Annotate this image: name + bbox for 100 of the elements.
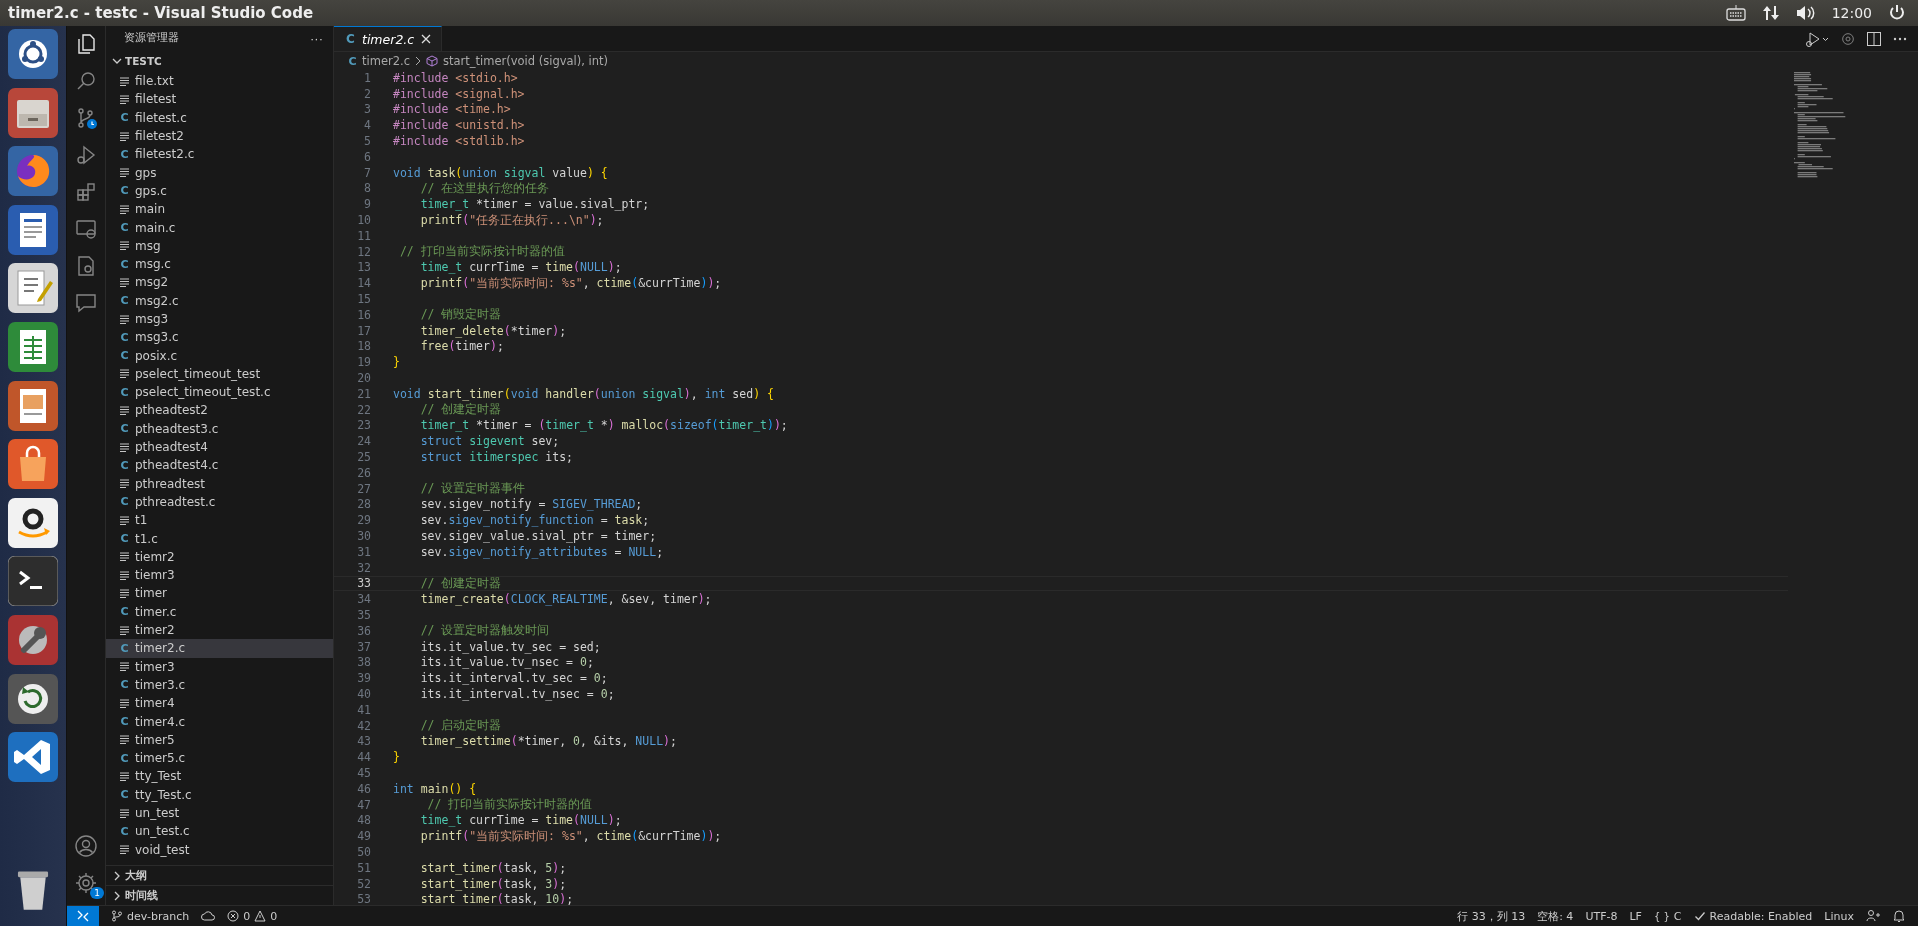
file-item[interactable]: msg <box>106 236 333 255</box>
refresh-icon[interactable] <box>8 673 58 724</box>
terminal-icon[interactable] <box>8 556 58 607</box>
file-item[interactable]: C t1.c <box>106 529 333 548</box>
file-item[interactable]: C timer3.c <box>106 675 333 695</box>
linter-status[interactable]: Readable: Enabled <box>1693 909 1813 923</box>
close-icon[interactable] <box>421 34 432 44</box>
blocks-icon[interactable] <box>74 180 98 204</box>
file-item[interactable]: C timer4.c <box>106 712 333 731</box>
file-item[interactable]: C msg.c <box>106 254 333 274</box>
file-item[interactable]: msg3 <box>106 309 333 329</box>
file-item[interactable]: C timer.c <box>106 602 333 621</box>
window-title: timer2.c - testc - Visual Studio Code <box>8 4 314 22</box>
encoding-status[interactable]: UTF-8 <box>1585 909 1618 923</box>
breadcrumb-item[interactable]: start_timer(void (sigval), int) <box>426 54 609 68</box>
code-line: sev.sigev_notify_attributes = NULL; <box>419 544 664 559</box>
document-icon[interactable] <box>8 204 58 255</box>
file-item[interactable]: C msg2.c <box>106 291 333 310</box>
chat-icon[interactable] <box>74 291 98 315</box>
drawer-icon[interactable] <box>8 87 58 138</box>
split-editor-icon[interactable] <box>1866 30 1882 47</box>
keyboard-icon[interactable] <box>1725 5 1746 21</box>
file-item[interactable]: C filetest2.c <box>106 145 333 164</box>
file-item[interactable]: file.txt <box>106 72 333 91</box>
line-number: 35 <box>356 608 371 622</box>
file-item[interactable]: timer2 <box>106 620 333 640</box>
line-number: 14 <box>356 276 371 291</box>
file-item[interactable]: tiemr2 <box>106 547 333 566</box>
bell-icon[interactable] <box>1892 909 1906 923</box>
file-item[interactable]: ptheadtest4 <box>106 437 333 457</box>
file-item[interactable]: timer4 <box>106 694 333 713</box>
file-item[interactable]: C timer5.c <box>106 749 333 768</box>
file-item[interactable]: tiemr3 <box>106 566 333 585</box>
power-icon[interactable] <box>1888 4 1906 22</box>
file-item[interactable]: C timer2.c <box>106 639 333 658</box>
globe-icon[interactable] <box>8 146 58 197</box>
file-item[interactable]: C filetest.c <box>106 108 333 127</box>
file-item[interactable]: timer5 <box>106 730 333 749</box>
file-item[interactable]: C tty_Test.c <box>106 785 333 804</box>
file-item[interactable]: C posix.c <box>106 346 333 365</box>
file-item[interactable]: filetest2 <box>106 126 333 146</box>
file-item[interactable]: pthreadtest <box>106 474 333 493</box>
spreadsheet-icon[interactable] <box>8 321 58 372</box>
problems-status[interactable]: 0 0 <box>227 909 278 923</box>
remote-icon[interactable] <box>67 906 99 926</box>
file-item[interactable]: C ptheadtest4.c <box>106 456 333 475</box>
code-line: // 启动定时器 <box>419 718 502 734</box>
file-item[interactable]: t1 <box>106 511 333 530</box>
branch-status[interactable]: dev-branch <box>111 909 190 923</box>
indentation-status[interactable]: 空格: 4 <box>1537 908 1574 924</box>
play-bug-icon[interactable] <box>1804 30 1830 47</box>
line-ending-status[interactable]: LF <box>1629 909 1642 923</box>
text-lines-icon <box>120 515 129 525</box>
file-item[interactable]: C pthreadtest.c <box>106 492 333 512</box>
section-header[interactable]: 大纲 <box>106 865 333 885</box>
shopping-bag-icon[interactable] <box>8 439 58 490</box>
file-item[interactable]: void_test <box>106 840 333 859</box>
breadcrumb-item[interactable]: C timer2.c <box>348 54 410 68</box>
c-file-icon: C <box>346 32 355 46</box>
file-item[interactable]: C un_test.c <box>106 822 333 841</box>
feedback-icon[interactable] <box>1866 909 1880 923</box>
file-item[interactable]: timer3 <box>106 657 333 676</box>
account-icon[interactable] <box>74 834 98 858</box>
volume-icon[interactable] <box>1795 5 1816 21</box>
line-number: 49 <box>356 829 371 844</box>
cursor-position[interactable]: 行 33，列 13 <box>1457 908 1526 924</box>
file-item[interactable]: C gps.c <box>106 181 333 201</box>
file-item[interactable]: timer <box>106 584 333 603</box>
editor-tab[interactable]: C timer2.c <box>334 26 443 51</box>
settings-icon[interactable] <box>1840 30 1856 47</box>
text-lines-icon <box>120 570 129 580</box>
ribbon-logo-icon[interactable] <box>8 732 58 783</box>
notepad-icon[interactable] <box>8 263 58 314</box>
os-status[interactable]: Linux <box>1824 909 1854 923</box>
language-mode[interactable]: { } C <box>1653 909 1682 923</box>
file-item[interactable]: C pselect_timeout_test.c <box>106 383 333 402</box>
code-line: printf("任务正在执行...\n"); <box>419 212 604 228</box>
more-button[interactable]: ··· <box>308 30 325 46</box>
presentation-icon[interactable] <box>8 380 58 431</box>
file-item[interactable]: filetest <box>106 90 333 109</box>
file-item[interactable]: gps <box>106 163 333 182</box>
settings-icon[interactable] <box>74 871 98 895</box>
logo-icon[interactable] <box>8 29 58 79</box>
file-item[interactable]: C ptheadtest3.c <box>106 419 333 438</box>
file-item[interactable]: un_test <box>106 803 333 823</box>
monitor-icon[interactable] <box>74 217 98 241</box>
file-item[interactable]: pselect_timeout_test <box>106 364 333 384</box>
file-item[interactable]: msg2 <box>106 273 333 292</box>
network-arrows-icon[interactable] <box>1761 5 1780 21</box>
clock[interactable]: 12:00 <box>1831 5 1872 21</box>
file-item[interactable]: ptheadtest2 <box>106 401 333 420</box>
folder-header[interactable]: TESTC <box>106 50 333 72</box>
file-item[interactable]: main <box>106 200 333 219</box>
c-file-icon: C <box>120 715 129 729</box>
file-item[interactable]: C msg3.c <box>106 328 333 347</box>
file-item[interactable]: C main.c <box>106 218 333 237</box>
file-item[interactable]: tty_Test <box>106 767 333 786</box>
wrench-icon[interactable] <box>8 614 58 665</box>
cloud-sync-icon[interactable] <box>201 910 216 922</box>
error-icon <box>227 910 240 922</box>
